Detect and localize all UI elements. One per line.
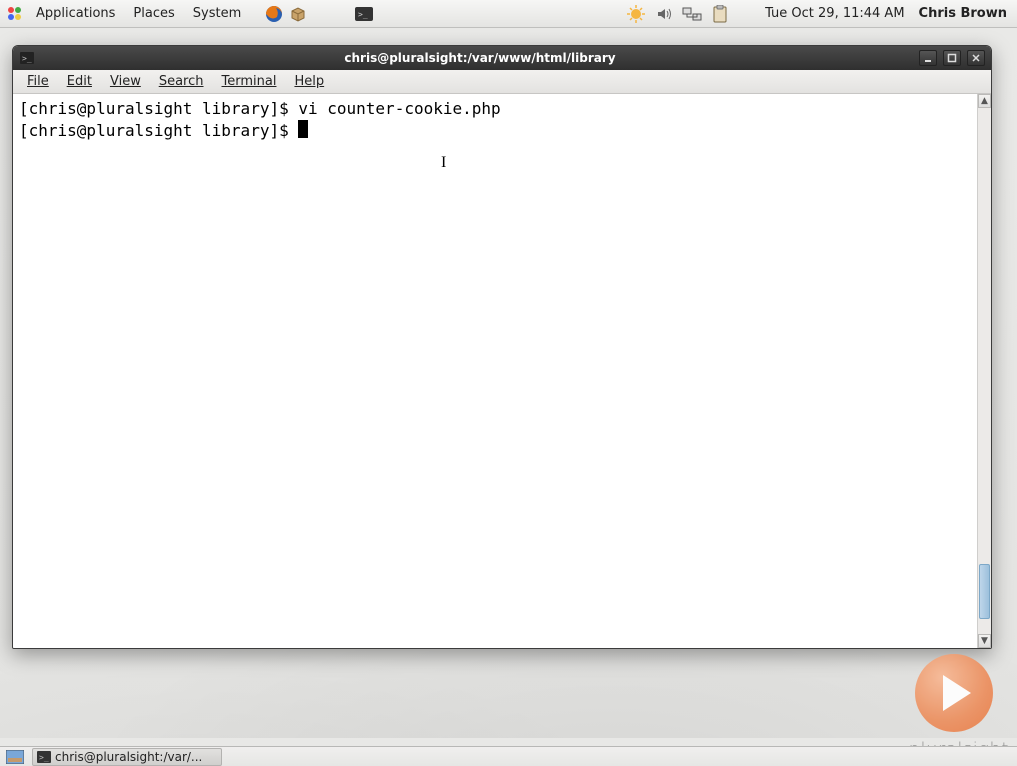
window-titlebar[interactable]: >_ chris@pluralsight:/var/www/html/libra… (13, 46, 991, 70)
text-caret-icon: I (441, 152, 446, 174)
terminal-line-2: [chris@pluralsight library]$ (19, 121, 308, 140)
svg-text:>_: >_ (22, 54, 32, 63)
menu-terminal[interactable]: Terminal (214, 71, 285, 92)
scrollbar-up-arrow-icon[interactable]: ▲ (978, 94, 991, 108)
play-icon (943, 675, 971, 711)
network-icon[interactable] (681, 3, 703, 25)
window-title: chris@pluralsight:/var/www/html/library (41, 51, 919, 65)
window-minimize-button[interactable] (919, 50, 937, 66)
top-panel: Applications Places System >_ (0, 0, 1017, 28)
package-icon[interactable] (287, 3, 309, 25)
weather-icon[interactable] (625, 3, 647, 25)
play-button[interactable] (915, 654, 993, 732)
menu-applications[interactable]: Applications (28, 2, 123, 25)
clock[interactable]: Tue Oct 29, 11:44 AM (761, 6, 908, 21)
menu-edit[interactable]: Edit (59, 71, 100, 92)
terminal-output[interactable]: [chris@pluralsight library]$ vi counter-… (13, 94, 977, 648)
scrollbar-thumb[interactable] (979, 564, 990, 619)
menu-system[interactable]: System (185, 2, 249, 25)
menu-file[interactable]: File (19, 71, 57, 92)
svg-text:>_: >_ (358, 10, 368, 19)
terminal-window: >_ chris@pluralsight:/var/www/html/libra… (12, 45, 992, 649)
menu-search[interactable]: Search (151, 71, 212, 92)
terminal-cursor (298, 120, 308, 138)
show-desktop-button[interactable] (4, 748, 26, 766)
menu-help[interactable]: Help (286, 71, 332, 92)
taskbar-terminal-button[interactable]: >_ chris@pluralsight:/var/... (32, 748, 222, 766)
user-menu[interactable]: Chris Brown (915, 6, 1013, 21)
svg-text:>_: >_ (39, 753, 49, 762)
clipboard-icon[interactable] (709, 3, 731, 25)
terminal-line-1: [chris@pluralsight library]$ vi counter-… (19, 99, 501, 118)
firefox-icon[interactable] (263, 3, 285, 25)
terminal-scrollbar[interactable]: ▲ ▼ (977, 94, 991, 648)
bottom-panel: >_ chris@pluralsight:/var/... (0, 746, 1017, 766)
apps-launcher-icon[interactable] (4, 3, 26, 25)
window-maximize-button[interactable] (943, 50, 961, 66)
sound-icon[interactable] (653, 3, 675, 25)
taskbar-item-label: chris@pluralsight:/var/... (55, 750, 202, 764)
window-menubar: File Edit View Search Terminal Help (13, 70, 991, 94)
menu-places[interactable]: Places (125, 2, 182, 25)
scrollbar-down-arrow-icon[interactable]: ▼ (978, 634, 991, 648)
window-close-button[interactable] (967, 50, 985, 66)
terminal-small-icon: >_ (37, 751, 51, 763)
window-app-icon: >_ (19, 50, 35, 66)
terminal-small-icon[interactable]: >_ (353, 3, 375, 25)
menu-view[interactable]: View (102, 71, 149, 92)
